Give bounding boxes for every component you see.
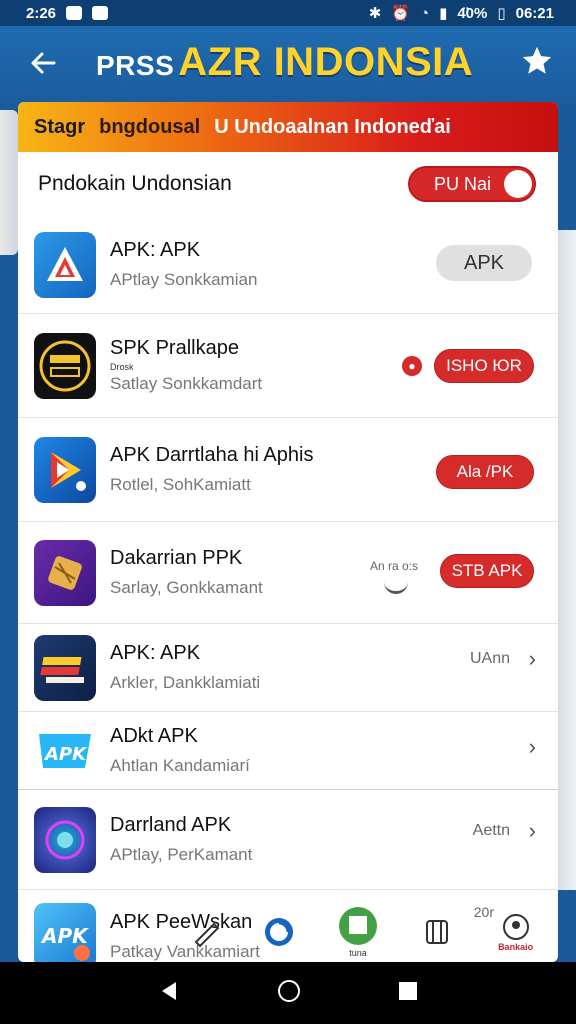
nav-recents-icon[interactable] xyxy=(398,981,418,1006)
profile-tab-label: Bankaio xyxy=(498,942,534,952)
list-item[interactable]: APK: APK Arkler, Dankklamiati UAnn › xyxy=(18,624,558,712)
title-main: AZR INDONSIA xyxy=(178,40,474,84)
chevron-right-icon[interactable]: › xyxy=(529,734,536,760)
app-subtitle: APtlay, PerKamant xyxy=(110,845,253,864)
get-button[interactable]: Ala /PK xyxy=(436,455,534,489)
filter-toggle[interactable]: PU Nai xyxy=(408,166,536,202)
title-prefix: PRSS xyxy=(96,50,175,81)
battery-icon: ▯ xyxy=(497,5,506,22)
background-panel xyxy=(0,110,18,255)
profile-tab[interactable]: Bankaio xyxy=(492,904,540,960)
wifi-icon: ◔ xyxy=(420,4,430,22)
list-item[interactable]: APK: APK APtlay Sonkkamian APK xyxy=(18,216,558,314)
loading-spinner-icon xyxy=(384,582,408,594)
get-button[interactable]: APK xyxy=(436,245,532,281)
chevron-right-icon[interactable]: › xyxy=(529,646,536,672)
app-subtitle: APtlay Sonkkamian xyxy=(110,270,258,289)
banner-text-3: U Undoaalnan Indoneďai xyxy=(214,115,451,138)
badge-icon: ● xyxy=(402,356,422,376)
app-logo-icon xyxy=(34,332,96,399)
banner-text-2: bngdousal xyxy=(99,115,201,138)
list-item[interactable]: APK Darrtlaha hi Aphis Rotlel, SohKamiat… xyxy=(18,418,558,522)
app-subtitle: Arkler, Dankklamiati xyxy=(110,673,261,692)
edit-icon[interactable] xyxy=(188,914,224,950)
svg-text:APK: APK xyxy=(43,744,88,765)
list-item[interactable]: Darrland APK APtlay, PerKamant Aettn › xyxy=(18,790,558,890)
system-nav-bar xyxy=(0,962,576,1024)
chevron-right-icon[interactable]: › xyxy=(529,818,536,844)
bottom-tab-bar: tuna Bankaio xyxy=(170,902,558,962)
background-panel-right xyxy=(558,230,576,890)
status-time: 2:26 xyxy=(26,4,57,22)
app-tag: Drosk xyxy=(110,362,134,372)
section-header: Pndokain Undonsian PU Nai xyxy=(18,152,558,216)
app-logo-icon xyxy=(34,539,96,606)
toggle-label: PU Nai xyxy=(434,173,492,194)
app-logo-icon xyxy=(34,806,96,873)
app-list-card: Stagr bngdousal U Undoaalnan Indoneďai P… xyxy=(18,102,558,962)
app-logo-icon xyxy=(34,436,96,503)
photo-icon xyxy=(92,6,109,20)
home-circle-icon[interactable] xyxy=(261,914,297,950)
app-name: APK: APK xyxy=(110,642,201,664)
app-subtitle: Ahtlan Kandamiarí xyxy=(110,756,250,775)
list-item[interactable]: SPK Prallkape Drosk Satlay Sonkkamdart ●… xyxy=(18,314,558,418)
promo-banner[interactable]: Stagr bngdousal U Undoaalnan Indoneďai xyxy=(18,102,558,152)
signal-icon: ▮ xyxy=(439,5,448,22)
status-bar: 2:26 ✱ ⏰ ◔ ▮ 4̈0% ▯ 06:21 xyxy=(0,0,576,26)
list-item[interactable]: APK ADkt APK Ahtlan Kandamiarí › xyxy=(18,712,558,790)
app-logo-icon xyxy=(34,231,96,298)
app-logo-icon xyxy=(34,634,96,701)
get-button[interactable]: ISHO ЮR xyxy=(434,349,534,383)
battery-level: 4̈0% xyxy=(457,4,488,22)
section-title: Pndokain Undonsian xyxy=(38,172,232,195)
notification-icon xyxy=(66,6,83,20)
nav-back-icon[interactable] xyxy=(158,980,180,1007)
svg-text:APK: APK xyxy=(40,924,89,948)
toggle-knob xyxy=(504,170,532,198)
app-logo-icon: APK xyxy=(34,717,96,784)
alarm-icon: ⏰ xyxy=(391,5,410,22)
app-name: APK: APK xyxy=(110,239,201,261)
get-button[interactable]: STB APK xyxy=(440,554,534,588)
app-name: Darrland APK xyxy=(110,814,232,836)
chat-tab[interactable]: tuna xyxy=(334,904,382,960)
chat-icon xyxy=(338,907,377,945)
banner-text-1: Stagr xyxy=(34,115,86,138)
app-size-label: Aettn xyxy=(472,822,510,839)
app-name: SPK Prallkape xyxy=(110,337,239,359)
app-bar: PRSS AZR INDONSIA xyxy=(0,26,576,104)
chat-tab-label: tuna xyxy=(349,948,367,958)
back-arrow-icon[interactable] xyxy=(28,48,62,82)
app-logo-icon: APK xyxy=(34,903,96,962)
app-name: Dakarrian PPK xyxy=(110,547,243,569)
book-icon[interactable] xyxy=(419,914,455,950)
star-icon[interactable] xyxy=(520,44,554,87)
status-clock: 06:21 xyxy=(515,4,554,22)
nav-home-icon[interactable] xyxy=(277,979,301,1008)
bluetooth-icon: ✱ xyxy=(368,5,382,22)
app-subtitle: Satlay Sonkkamdart xyxy=(110,374,263,393)
app-subtitle: Rotlel, SohKamiatt xyxy=(110,475,251,494)
progress-label: An ra o:s xyxy=(369,559,418,573)
profile-icon xyxy=(502,914,529,940)
app-name: APK Darrtlaha hi Aphis xyxy=(110,444,314,466)
app-name: ADkt APK xyxy=(110,725,198,747)
page-title: PRSS AZR INDONSIA xyxy=(96,40,473,85)
app-subtitle: Sarlay, Gonkkamant xyxy=(110,578,263,597)
list-item[interactable]: Dakarrian PPK Sarlay, Gonkkamant An ra o… xyxy=(18,522,558,624)
app-size-label: UAnn xyxy=(469,650,510,667)
